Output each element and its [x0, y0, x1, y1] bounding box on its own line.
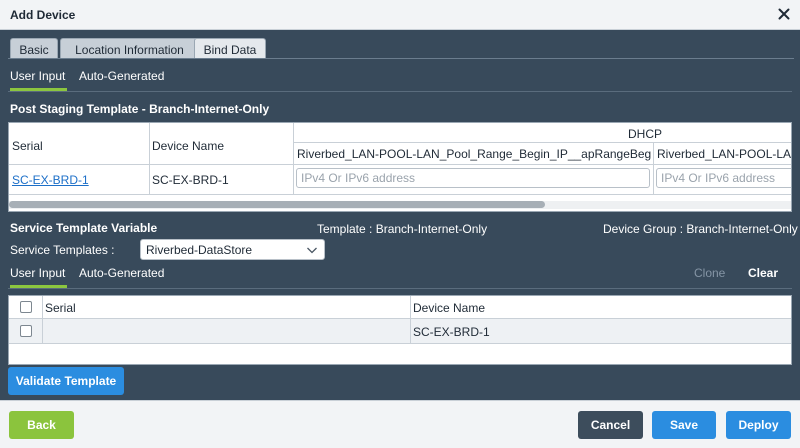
row-checkbox[interactable]: [20, 325, 32, 337]
grid-col-divider: [653, 142, 654, 195]
range-begin-ip-input[interactable]: [296, 168, 650, 188]
service-templates-select[interactable]: Riverbed-DataStore: [140, 239, 325, 260]
grid-row-divider: [9, 343, 791, 344]
dialog-body: Basic Location Information Bind Data Use…: [0, 30, 800, 400]
column-header-serial: Serial: [12, 139, 43, 153]
tab-divider: [8, 58, 794, 59]
service-templates-label: Service Templates :: [10, 243, 115, 257]
tab-location-information[interactable]: Location Information: [60, 38, 199, 59]
template-label: Template : Branch-Internet-Only: [317, 222, 488, 236]
dialog-title: Add Device: [10, 8, 76, 22]
subtab-user-input[interactable]: User Input: [10, 69, 68, 91]
post-staging-grid: Serial Device Name DHCP Riverbed_LAN-POO…: [8, 122, 792, 212]
grid-col-divider: [410, 296, 411, 343]
chevron-down-icon: [307, 247, 317, 254]
back-button[interactable]: Back: [9, 411, 74, 439]
horizontal-scrollbar[interactable]: [9, 201, 791, 209]
subtab-divider: [8, 288, 792, 289]
column-group-dhcp: DHCP: [628, 127, 663, 141]
grid-col-divider: [42, 296, 43, 343]
table-row: [9, 319, 791, 343]
grid-row-divider: [9, 164, 791, 165]
device-name-cell: SC-EX-BRD-1: [152, 173, 229, 187]
grid-row-divider: [9, 194, 791, 195]
service-template-title: Service Template Variable: [10, 221, 158, 235]
range-second-ip-input[interactable]: [656, 168, 791, 188]
deploy-button[interactable]: Deploy: [726, 411, 791, 439]
dialog-titlebar: Add Device: [0, 0, 800, 30]
select-all-checkbox[interactable]: [20, 301, 32, 313]
dialog-footer: Back Cancel Save Deploy: [0, 400, 800, 448]
close-icon[interactable]: [776, 6, 792, 22]
column-header-device-name: Device Name: [413, 301, 486, 315]
post-staging-title: Post Staging Template - Branch-Internet-…: [10, 102, 270, 116]
service-template-grid: Serial Device Name SC-EX-BRD-1: [8, 295, 792, 365]
serial-link[interactable]: SC-EX-BRD-1: [12, 173, 89, 187]
subtab-divider: [8, 91, 792, 92]
clone-button[interactable]: Clone: [694, 266, 725, 280]
clear-button[interactable]: Clear: [748, 266, 778, 280]
device-group-label: Device Group : Branch-Internet-Only: [603, 222, 798, 236]
column-header-serial: Serial: [45, 301, 76, 315]
subtab-user-input[interactable]: User Input: [10, 266, 68, 288]
validate-template-button[interactable]: Validate Template: [8, 367, 124, 395]
grid-col-divider: [293, 123, 294, 195]
grid-row-divider: [293, 142, 791, 143]
column-header-device-name: Device Name: [152, 139, 225, 153]
tab-basic[interactable]: Basic: [10, 38, 58, 59]
scrollbar-thumb[interactable]: [9, 201, 545, 208]
column-header-range-begin: Riverbed_LAN-POOL-LAN_Pool_Range_Begin_I…: [297, 147, 651, 161]
service-templates-value: Riverbed-DataStore: [146, 243, 253, 257]
column-header-range-second: Riverbed_LAN-POOL-LAN_: [657, 147, 792, 161]
row-device-name-cell: SC-EX-BRD-1: [413, 325, 490, 339]
tab-bind-data[interactable]: Bind Data: [194, 38, 266, 59]
cancel-button[interactable]: Cancel: [578, 411, 643, 439]
save-button[interactable]: Save: [652, 411, 716, 439]
grid-col-divider: [149, 123, 150, 195]
subtab-auto-generated[interactable]: Auto-Generated: [79, 266, 164, 280]
subtab-auto-generated[interactable]: Auto-Generated: [79, 69, 164, 83]
